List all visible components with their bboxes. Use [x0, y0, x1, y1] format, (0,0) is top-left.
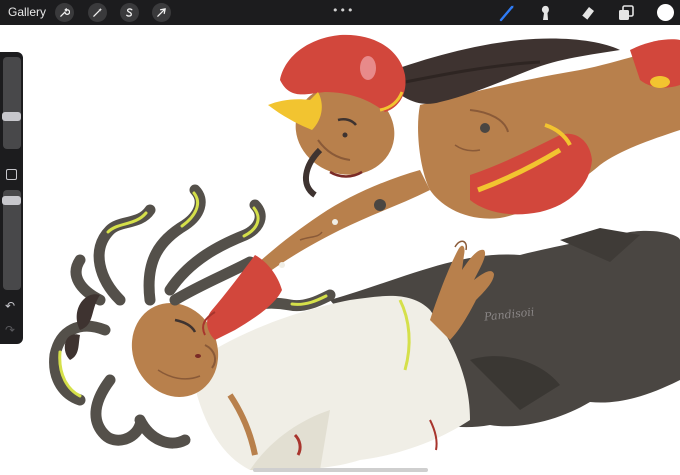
brush-icon[interactable] — [498, 4, 516, 22]
selection-s-icon[interactable] — [120, 3, 139, 22]
artwork-illustration — [49, 34, 680, 471]
gold-helmet-wing — [268, 92, 322, 130]
home-indicator[interactable] — [253, 468, 428, 472]
brush-sidebar: ↶ ↷ — [0, 52, 23, 344]
brush-size-slider[interactable] — [3, 57, 21, 149]
redo-icon[interactable]: ↷ — [5, 324, 15, 336]
magic-wand-icon[interactable] — [88, 3, 107, 22]
arrow-cursor-icon[interactable] — [152, 3, 171, 22]
eraser-icon[interactable] — [579, 4, 597, 22]
top-toolbar: Gallery ••• — [0, 0, 680, 25]
drawing-canvas[interactable]: Pandisoii — [0, 25, 680, 475]
square-icon[interactable] — [6, 169, 17, 180]
brush-size-thumb[interactable] — [2, 112, 21, 121]
layers-icon[interactable] — [617, 4, 635, 22]
more-options-icon[interactable]: ••• — [332, 4, 354, 17]
wrench-icon[interactable] — [55, 3, 74, 22]
undo-icon[interactable]: ↶ — [5, 300, 15, 312]
gallery-button[interactable]: Gallery — [8, 5, 46, 20]
opacity-thumb[interactable] — [2, 196, 21, 205]
smudge-icon[interactable] — [537, 4, 555, 22]
color-swatch[interactable] — [657, 4, 674, 21]
opacity-slider[interactable] — [3, 190, 21, 290]
